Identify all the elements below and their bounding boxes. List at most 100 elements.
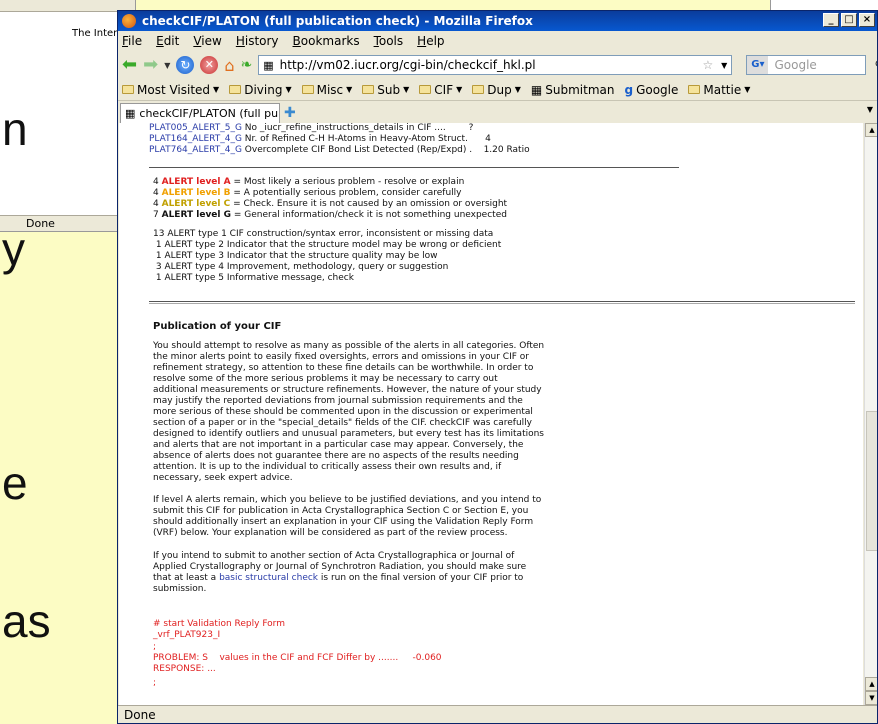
menu-edit[interactable]: Edit xyxy=(156,34,179,48)
scroll-down-arrow-icon[interactable]: ▲ xyxy=(865,677,877,691)
reload-icon[interactable]: ↻ xyxy=(176,56,195,74)
paragraph-text: that at least a xyxy=(153,573,220,583)
new-tab-plus-icon[interactable]: ✚ xyxy=(284,105,296,121)
paragraph-line: and alerts that are not important in a p… xyxy=(153,440,524,450)
bookmark-sub[interactable]: Sub ▼ xyxy=(362,83,409,97)
dropdown-icon: ▼ xyxy=(213,85,220,94)
paragraph-line: submission. xyxy=(153,584,207,594)
paragraph-line: absence of alerts does not guarantee the… xyxy=(153,451,519,461)
history-dropdown-icon[interactable]: ▼ xyxy=(164,61,170,70)
folder-icon xyxy=(229,85,242,94)
google-icon: g xyxy=(624,82,634,97)
bookmark-cif[interactable]: CIF ▼ xyxy=(419,83,462,97)
paragraph-line: refinement strategy, so attention to the… xyxy=(153,363,534,373)
stop-icon[interactable]: ✕ xyxy=(200,56,219,74)
alert-level-b-label: ALERT level B xyxy=(161,188,231,198)
firefox-logo-icon xyxy=(122,14,136,28)
search-engine-icon[interactable]: G▾ xyxy=(747,56,769,74)
paragraph-line: the minor alerts point to easily fixed o… xyxy=(153,352,529,362)
bookmark-label: Mattie xyxy=(703,82,742,97)
paragraph-line: additional measurements or structure ref… xyxy=(153,385,542,395)
paragraph-line: You should attempt to resolve as many as… xyxy=(153,341,545,351)
bookmark-label: CIF xyxy=(434,82,454,97)
folder-icon xyxy=(472,85,485,94)
alert-type-line: 3 ALERT type 4 Improvement, methodology,… xyxy=(153,262,449,272)
tab-list-dropdown-icon[interactable]: ▼ xyxy=(867,105,873,114)
alert-type-line: 1 ALERT type 2 Indicator that the struct… xyxy=(153,240,502,250)
forward-arrow-icon[interactable]: ➡ xyxy=(143,55,158,75)
alert-level-line: 4 ALERT level B = A potentially serious … xyxy=(153,188,462,199)
bookmark-leaf-icon[interactable]: ❧ xyxy=(241,57,253,73)
search-magnifier-icon[interactable]: ⚲ xyxy=(874,58,877,72)
close-button[interactable]: × xyxy=(859,13,875,27)
scrollbar-thumb[interactable] xyxy=(866,411,877,551)
bookmark-label: Dup xyxy=(487,82,512,97)
alert-level-c-label: ALERT level C xyxy=(161,199,231,209)
menu-history[interactable]: History xyxy=(236,34,279,48)
bookmark-mattie[interactable]: Mattie ▼ xyxy=(688,83,750,97)
folder-icon xyxy=(419,85,432,94)
dropdown-icon: ▼ xyxy=(403,85,410,94)
paragraph-line: resolve some of the more serious problem… xyxy=(153,374,498,384)
paragraph-line: designed to identify outliers and unusua… xyxy=(153,429,544,439)
basic-structural-check-link[interactable]: basic structural check xyxy=(219,573,318,583)
search-box[interactable]: G▾ Google ⚲ xyxy=(746,55,877,75)
menu-help[interactable]: Help xyxy=(417,34,444,48)
bookmark-google[interactable]: g Google xyxy=(624,83,678,97)
dropdown-icon: ▼ xyxy=(744,85,751,94)
bookmark-dup[interactable]: Dup ▼ xyxy=(472,83,521,97)
back-arrow-icon[interactable]: ⬅ xyxy=(122,55,137,75)
tab-checkcif[interactable]: ▦ checkCIF/PLATON (full publicatio... × xyxy=(120,103,280,123)
plat-alert-text: No _iucr_refine_instructions_details in … xyxy=(241,123,446,133)
plat-alert-code-link[interactable]: PLAT005_ALERT_5_G xyxy=(149,123,242,133)
vertical-scrollbar[interactable]: ▲ ▲ ▼ xyxy=(864,123,877,705)
dropdown-icon: ▼ xyxy=(514,85,521,94)
menu-view[interactable]: View xyxy=(193,34,221,48)
menu-bookmarks[interactable]: Bookmarks xyxy=(293,34,360,48)
home-icon[interactable]: ⌂ xyxy=(224,56,234,75)
bookmark-label: Misc xyxy=(316,82,344,97)
paragraph-line: section of a paper or in the "special_de… xyxy=(153,418,532,428)
alert-level-line: 7 ALERT level G = General information/ch… xyxy=(153,210,507,221)
bookmark-label: Submitman xyxy=(545,82,615,97)
title-bar[interactable]: checkCIF/PLATON (full publication check)… xyxy=(118,11,877,31)
plat-alert-value: ? xyxy=(445,123,474,133)
plat-alert-line: PLAT164_ALERT_4_G Nr. of Refined C-H H-A… xyxy=(149,134,491,145)
paragraph-line: more serious of these should be commente… xyxy=(153,407,533,417)
minimize-button[interactable]: _ xyxy=(823,13,839,27)
plat-alert-code-link[interactable]: PLAT164_ALERT_4_G xyxy=(149,134,242,144)
folder-icon xyxy=(122,85,134,94)
scroll-down-arrow-icon[interactable]: ▼ xyxy=(865,691,877,705)
paragraph-line: attention. It is up to the individual to… xyxy=(153,462,502,472)
slide-text-fragment: y xyxy=(2,223,25,275)
search-placeholder: Google xyxy=(774,58,817,72)
vrf-line: ; xyxy=(153,678,157,688)
tab-title: checkCIF/PLATON (full publicatio... xyxy=(139,107,279,120)
bookmark-star-icon[interactable]: ☆ xyxy=(702,58,713,72)
paragraph-line: If you intend to submit to another secti… xyxy=(153,551,515,561)
scroll-up-arrow-icon[interactable]: ▲ xyxy=(865,123,877,137)
slide-text-fragment: n xyxy=(2,103,28,155)
vrf-line: RESPONSE: ... xyxy=(153,664,216,674)
plat-alert-code-link[interactable]: PLAT764_ALERT_4_G xyxy=(149,145,242,155)
bookmarks-toolbar: Most Visited ▼ Diving ▼ Misc ▼ Sub ▼ CIF ▼ Du… xyxy=(118,79,877,101)
plat-alert-value: 4 xyxy=(467,134,491,144)
bookmark-diving[interactable]: Diving ▼ xyxy=(229,83,292,97)
menu-tools[interactable]: Tools xyxy=(374,34,404,48)
tab-bar: ▦ checkCIF/PLATON (full publicatio... × … xyxy=(118,101,877,123)
window-title: checkCIF/PLATON (full publication check)… xyxy=(142,14,533,28)
bookmark-label: Sub xyxy=(377,82,401,97)
menu-file[interactable]: File xyxy=(122,34,142,48)
bookmark-most-visited[interactable]: Most Visited ▼ xyxy=(122,83,219,97)
bookmark-submitman[interactable]: ▦ Submitman xyxy=(531,83,615,97)
site-favicon-icon: ▦ xyxy=(263,58,274,72)
bookmark-misc[interactable]: Misc ▼ xyxy=(301,82,352,97)
url-bar[interactable]: ▦ http://vm02.iucr.org/cgi-bin/checkcif_… xyxy=(258,55,733,75)
vrf-line: # start Validation Reply Form xyxy=(153,619,285,629)
maximize-button[interactable]: □ xyxy=(841,13,857,27)
alert-count: 4 xyxy=(153,177,159,187)
alert-count: 7 xyxy=(153,210,159,220)
slide-text-fragment: as xyxy=(2,595,51,647)
window-controls: _ □ × xyxy=(823,13,875,27)
url-dropdown-icon[interactable]: ▼ xyxy=(721,61,727,70)
